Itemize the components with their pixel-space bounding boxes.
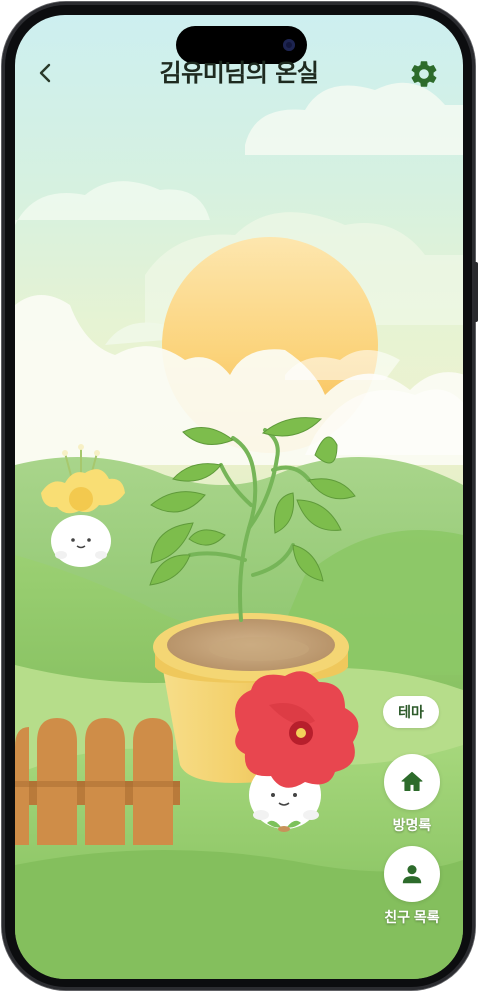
guestbook-label: 방명록 (392, 817, 432, 833)
theme-button[interactable]: 테마 (383, 696, 439, 728)
wooden-fence (15, 718, 180, 845)
friends-list-label: 친구 목록 (384, 909, 440, 925)
back-button[interactable] (29, 55, 61, 91)
person-icon (402, 865, 422, 884)
theme-button-label: 테마 (398, 704, 424, 720)
guestbook-button[interactable] (384, 754, 440, 810)
gear-icon (411, 61, 437, 87)
greenhouse-screen: 김유미님의 온실 테마 방명록 친구 목록 (15, 15, 463, 979)
chevron-left-icon (39, 63, 51, 83)
home-icon (401, 771, 423, 791)
power-button (474, 262, 478, 322)
friends-list-button[interactable] (384, 846, 440, 902)
settings-button[interactable] (405, 55, 443, 93)
page-title: 김유미님의 온실 (159, 59, 319, 87)
